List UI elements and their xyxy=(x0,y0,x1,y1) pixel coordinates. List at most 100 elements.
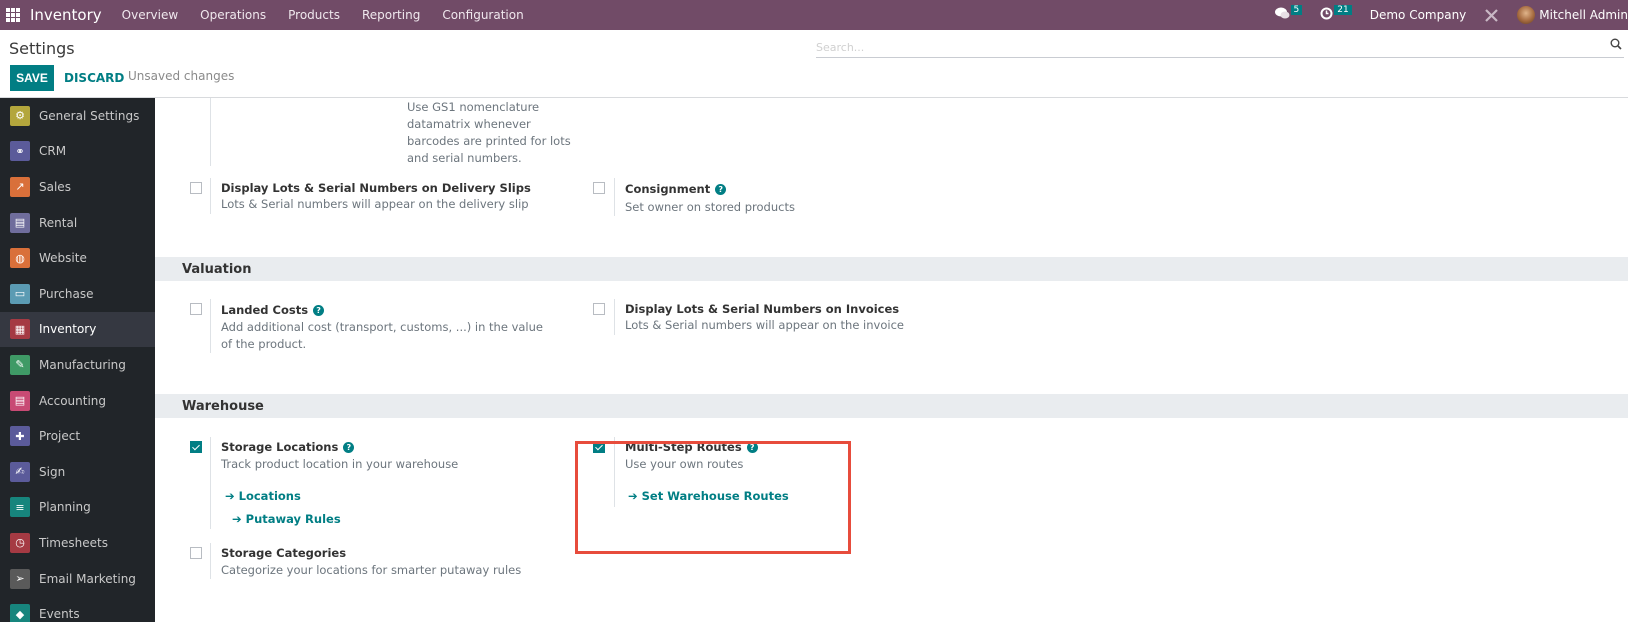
accounting-app-icon: ▤ xyxy=(10,390,30,411)
discard-button[interactable]: DISCARD xyxy=(64,65,124,91)
divider xyxy=(210,299,211,353)
settings-sidebar: ⚙ General Settings ⚭ CRM ↗ Sales ▤ Rental ◍ Websi… xyxy=(0,98,155,622)
sidebar-item-rental[interactable]: ▤ Rental xyxy=(0,205,155,241)
planning-app-icon: ≡ xyxy=(10,497,30,518)
sidebar-item-email-marketing[interactable]: ➢ Email Marketing xyxy=(0,561,155,597)
help-icon[interactable]: ? xyxy=(313,305,325,316)
user-menu[interactable]: Mitchell Admin xyxy=(1517,6,1628,24)
putaway-rules-link[interactable]: ➔ Putaway Rules xyxy=(232,512,341,526)
messages-button[interactable]: 5 xyxy=(1274,5,1303,23)
crm-app-icon: ⚭ xyxy=(10,141,30,162)
arrow-right-icon: ➔ xyxy=(225,489,239,503)
sidebar-item-sales[interactable]: ↗ Sales xyxy=(0,169,155,205)
sidebar-item-label: Sign xyxy=(39,464,66,479)
sidebar-item-label: Planning xyxy=(39,500,91,515)
sidebar-item-manufacturing[interactable]: ✎ Manufacturing xyxy=(0,347,155,383)
consignment-title: Consignment? xyxy=(625,182,727,196)
systray: 5 21 Demo Company Mitchell Admin xyxy=(1274,0,1628,30)
manufacturing-app-icon: ✎ xyxy=(10,354,30,375)
apps-grid-icon[interactable] xyxy=(6,8,20,22)
divider xyxy=(210,98,211,166)
menu-configuration[interactable]: Configuration xyxy=(442,8,523,22)
delivery-slips-desc: Lots & Serial numbers will appear on the… xyxy=(221,197,529,211)
storage-locations-desc: Track product location in your warehouse xyxy=(221,457,459,471)
search-input[interactable] xyxy=(816,37,1576,58)
email-marketing-app-icon: ➢ xyxy=(10,568,30,589)
purchase-app-icon: ▭ xyxy=(10,283,30,304)
debug-tools-icon[interactable] xyxy=(1484,8,1499,23)
activities-badge: 21 xyxy=(1334,5,1352,15)
general-settings-app-icon: ⚙ xyxy=(10,105,30,126)
storage-locations-checkbox[interactable] xyxy=(190,441,202,453)
sidebar-item-label: Accounting xyxy=(39,393,107,408)
storage-locations-title: Storage Locations? xyxy=(221,440,355,454)
sidebar-item-label: CRM xyxy=(39,144,67,159)
sidebar-item-project[interactable]: ✚ Project xyxy=(0,418,155,454)
settings-content: Use GS1 nomenclature datamatrix whenever… xyxy=(155,98,1628,622)
inventory-app-icon: ▦ xyxy=(10,319,30,340)
help-icon[interactable]: ? xyxy=(715,184,727,195)
rental-app-icon: ▤ xyxy=(10,212,30,233)
sidebar-item-purchase[interactable]: ▭ Purchase xyxy=(0,276,155,312)
avatar xyxy=(1517,6,1536,24)
landed-costs-title: Landed Costs? xyxy=(221,303,325,317)
invoices-checkbox[interactable] xyxy=(593,303,605,315)
sidebar-item-label: Project xyxy=(39,429,81,444)
storage-categories-desc: Categorize your locations for smarter pu… xyxy=(221,563,522,577)
user-name: Mitchell Admin xyxy=(1539,8,1628,22)
sidebar-item-timesheets[interactable]: ◷ Timesheets xyxy=(0,525,155,561)
sidebar-item-label: Purchase xyxy=(39,286,94,301)
divider xyxy=(210,178,211,214)
menu-overview[interactable]: Overview xyxy=(122,8,179,22)
sidebar-item-general-settings[interactable]: ⚙ General Settings xyxy=(0,98,155,134)
divider xyxy=(210,543,211,579)
highlight-box xyxy=(575,441,851,554)
locations-link[interactable]: ➔ Locations xyxy=(225,489,301,503)
delivery-slips-title: Display Lots & Serial Numbers on Deliver… xyxy=(221,181,531,195)
website-app-icon: ◍ xyxy=(10,248,30,269)
divider xyxy=(210,437,211,529)
sidebar-item-crm[interactable]: ⚭ CRM xyxy=(0,134,155,170)
landed-costs-checkbox[interactable] xyxy=(190,303,202,315)
storage-categories-title: Storage Categories xyxy=(221,546,347,560)
page-title: Settings xyxy=(9,39,75,58)
sidebar-item-label: Timesheets xyxy=(39,535,108,550)
unsaved-status: Unsaved changes xyxy=(128,69,235,83)
sidebar-item-sign[interactable]: ✍ Sign xyxy=(0,454,155,490)
sidebar-item-accounting[interactable]: ▤ Accounting xyxy=(0,383,155,419)
messages-badge: 5 xyxy=(1290,5,1303,15)
sidebar-item-label: Website xyxy=(39,251,87,266)
settings-search xyxy=(816,36,1624,58)
invoices-title: Display Lots & Serial Numbers on Invoice… xyxy=(625,302,900,316)
section-warehouse: Warehouse xyxy=(155,394,1628,418)
sidebar-item-events[interactable]: ◆ Events xyxy=(0,596,155,622)
sales-app-icon: ↗ xyxy=(10,176,30,197)
sidebar-item-label: Inventory xyxy=(39,322,97,337)
menu-products[interactable]: Products xyxy=(288,8,340,22)
sidebar-item-planning[interactable]: ≡ Planning xyxy=(0,490,155,526)
events-app-icon: ◆ xyxy=(10,604,30,622)
top-navbar: Inventory Overview Operations Products R… xyxy=(0,0,1628,30)
sidebar-item-label: Rental xyxy=(39,215,78,230)
consignment-checkbox[interactable] xyxy=(593,182,605,194)
sidebar-item-inventory[interactable]: ▦ Inventory xyxy=(0,311,155,348)
landed-costs-desc: Add additional cost (transport, customs,… xyxy=(221,320,543,351)
menu-reporting[interactable]: Reporting xyxy=(362,8,420,22)
sidebar-item-label: General Settings xyxy=(39,108,140,123)
invoices-desc: Lots & Serial numbers will appear on the… xyxy=(625,318,904,332)
save-button[interactable]: SAVE xyxy=(10,65,54,91)
divider xyxy=(614,178,615,216)
section-valuation: Valuation xyxy=(155,257,1628,281)
sidebar-item-label: Sales xyxy=(39,179,71,194)
activities-button[interactable]: 21 xyxy=(1320,5,1352,23)
app-name[interactable]: Inventory xyxy=(30,6,102,24)
delivery-slips-checkbox[interactable] xyxy=(190,182,202,194)
menu-operations[interactable]: Operations xyxy=(200,8,266,22)
help-icon[interactable]: ? xyxy=(343,442,355,453)
timesheets-app-icon: ◷ xyxy=(10,532,30,553)
search-icon[interactable] xyxy=(1610,38,1622,50)
sidebar-item-label: Manufacturing xyxy=(39,357,126,372)
sidebar-item-website[interactable]: ◍ Website xyxy=(0,240,155,276)
storage-categories-checkbox[interactable] xyxy=(190,547,202,559)
company-switcher[interactable]: Demo Company xyxy=(1370,8,1467,22)
